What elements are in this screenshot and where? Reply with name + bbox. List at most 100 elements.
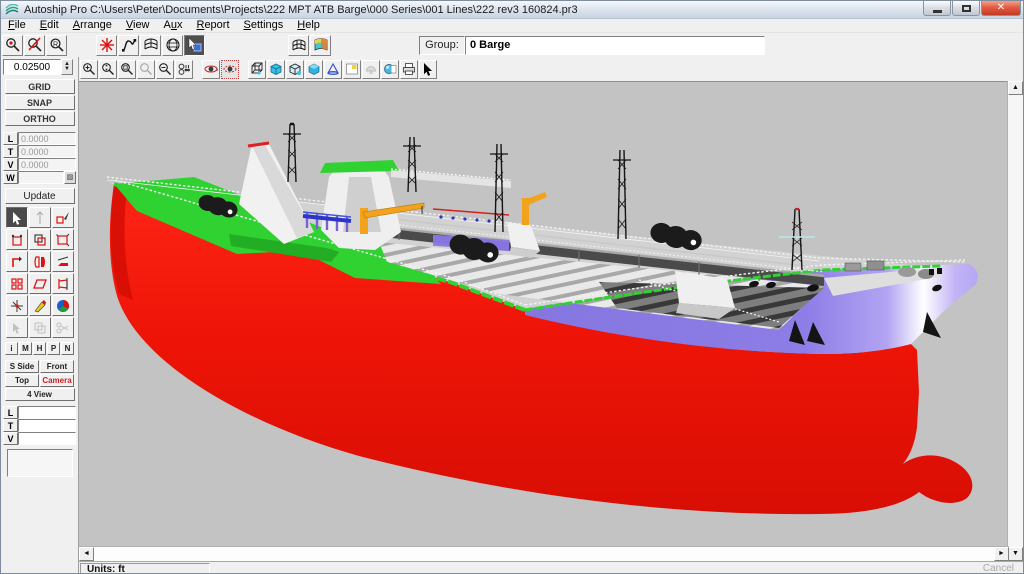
shear-tool-button[interactable] [51,251,74,272]
orbit-active-button[interactable] [221,59,239,79]
display-solid-button[interactable] [267,59,285,79]
close-button[interactable]: ✕ [981,1,1021,16]
camera-view-button[interactable]: Camera [40,373,74,387]
ortho-button[interactable]: ORTHO [4,111,75,126]
draw-style-tool-button[interactable] [28,295,51,316]
mini-n-button[interactable]: N [61,342,74,355]
zoom-previous-button[interactable] [137,59,155,79]
mini-m-button[interactable]: M [19,342,32,355]
scroll-right-button[interactable]: ► [994,547,1009,561]
point-tool-button[interactable] [96,34,117,56]
mini-h-button[interactable]: H [33,342,46,355]
print-button[interactable] [400,59,418,79]
mini-i-button[interactable]: i [5,342,18,355]
coord-w-value[interactable] [18,171,64,184]
grid-button[interactable]: GRID [4,79,75,94]
coord-l-value[interactable]: 0.0000 [18,132,76,145]
mini-p-button[interactable]: P [47,342,60,355]
pointer-button[interactable] [419,59,437,79]
edit-curve-tool-button[interactable] [51,207,74,228]
menu-report[interactable]: Report [189,19,236,32]
move-disabled-button[interactable] [5,317,28,338]
cut-disabled-button[interactable] [51,317,74,338]
select-entity-button[interactable] [184,34,205,56]
surface-tool-button[interactable] [140,34,161,56]
render-settings-button[interactable] [343,59,361,79]
update-button[interactable]: Update [4,188,75,204]
scroll-up-button[interactable]: ▲ [1008,81,1023,95]
group-input[interactable] [465,35,765,55]
align-tool-button[interactable] [51,273,74,294]
snap-button[interactable]: SNAP [4,95,75,110]
minimize-button[interactable] [923,1,951,16]
3d-viewport[interactable] [79,81,1009,546]
orbit-button[interactable] [202,59,220,79]
maximize-button[interactable] [952,1,980,16]
coord2-t-label: T [3,419,18,432]
group-disabled-button[interactable] [28,317,51,338]
scale-spinner[interactable]: ▲ ▼ [61,59,73,75]
perspective-cone-button[interactable] [324,59,342,79]
zoom-in-button[interactable] [80,59,98,79]
app-window: Autoship Pro C:\Users\Peter\Documents\Pr… [0,0,1024,574]
color-tool-button[interactable] [51,295,74,316]
display-shaded-button[interactable] [305,59,323,79]
scroll-down-button[interactable]: ▼ [1008,547,1023,561]
scale-tool-button[interactable] [51,229,74,250]
menu-file[interactable]: File [1,19,33,32]
copy-tool-button[interactable] [28,229,51,250]
mini-buttons: i M H P N [1,342,78,355]
menu-arrange[interactable]: Arrange [66,19,119,32]
zoom-restore-button[interactable]: R [46,34,67,56]
coord2-l-value[interactable] [18,406,76,419]
rotate-tool-button[interactable] [5,251,28,272]
zoom-window-button[interactable] [2,34,23,56]
menu-aux[interactable]: Aux [157,19,190,32]
four-view-button[interactable]: 4 View [4,387,75,401]
menu-settings[interactable]: Settings [237,19,291,32]
zoom-extents-button[interactable] [118,59,136,79]
select-points-tool-button[interactable] [5,229,28,250]
mesh-tool-button[interactable] [162,34,183,56]
tool-palette [4,207,76,338]
menu-view[interactable]: View [119,19,157,32]
coord2-v-value[interactable] [18,432,76,445]
cancel-button[interactable]: Cancel [977,563,1023,573]
side-view-button[interactable]: S Side [5,359,39,373]
axes-tool-button[interactable] [5,295,28,316]
select-tool-button[interactable] [5,207,28,228]
title-bar: Autoship Pro C:\Users\Peter\Documents\Pr… [1,1,1023,19]
coord-t-value[interactable]: 0.0000 [18,145,76,158]
menu-help[interactable]: Help [290,19,327,32]
show-surfaces-button[interactable] [288,34,309,56]
coord-v-label: V [3,158,18,171]
vertical-scrollbar[interactable]: ▲ ▼ [1007,81,1023,561]
lights-button[interactable] [175,59,193,79]
front-view-button[interactable]: Front [40,359,74,373]
top-view-button[interactable]: Top [5,373,39,387]
zoom-off-button[interactable] [24,34,45,56]
skew-tool-button[interactable] [28,273,51,294]
scroll-left-button[interactable]: ◄ [79,547,94,561]
weight-button[interactable]: ▨ [64,171,76,184]
coord2-t-value[interactable] [18,419,76,432]
display-hidden-line-button[interactable] [286,59,304,79]
coord2-v-label: V [3,432,18,445]
array-tool-button[interactable] [5,273,28,294]
scale-input[interactable] [3,59,61,75]
node-edit-tool-button[interactable] [28,207,51,228]
horizontal-scrollbar[interactable]: ◄ ► [79,546,1009,561]
coord-l-label: L [3,132,18,145]
zoom-out-button[interactable] [156,59,174,79]
status-message [212,563,975,573]
view-toolbar [79,57,1023,81]
menu-edit[interactable]: Edit [33,19,66,32]
mirror-tool-button[interactable] [28,251,51,272]
curve-tool-button[interactable] [118,34,139,56]
display-wireframe-button[interactable] [248,59,266,79]
coord-v-value[interactable]: 0.0000 [18,158,76,171]
zoom-dynamic-button[interactable] [99,59,117,79]
lamp-button[interactable] [362,59,380,79]
render-surfaces-button[interactable] [310,34,331,56]
material-button[interactable] [381,59,399,79]
